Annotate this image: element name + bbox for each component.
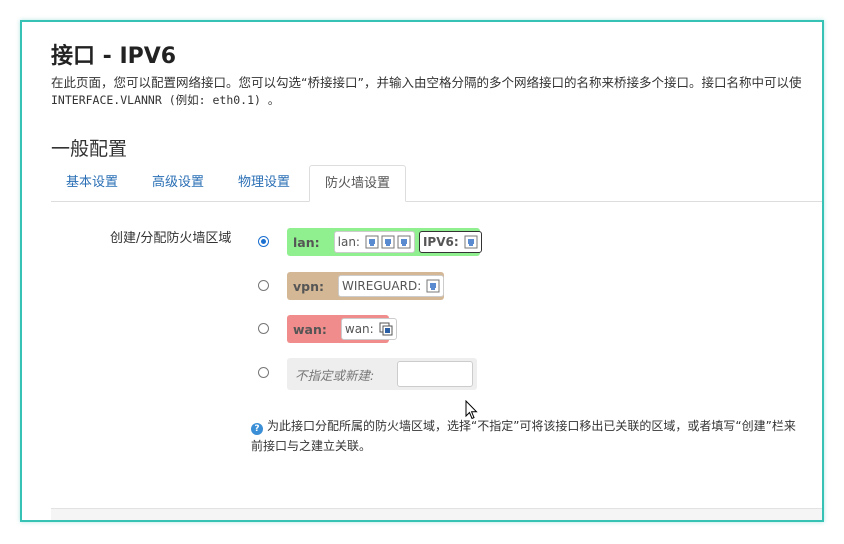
page-title: 接口 - IPV6 (51, 44, 177, 69)
zone-badge-wan[interactable]: wan: wan: (287, 315, 397, 343)
zone-radio-lan[interactable] (258, 236, 269, 247)
zone-radio-vpn[interactable] (258, 280, 269, 291)
network-box-lan: lan: (333, 231, 415, 253)
tab-advanced-settings[interactable]: 高级设置 (137, 165, 219, 200)
network-box-wan: wan: (340, 318, 397, 340)
zone-name: lan: (293, 234, 320, 250)
network-label: wan: (344, 322, 374, 336)
firewall-zone-label: 创建/分配防火墙区域 (110, 231, 232, 246)
zone-radio-unspecified[interactable] (258, 367, 269, 378)
zone-badge-vpn[interactable]: vpn: WIREGUARD: (287, 272, 445, 300)
mouse-cursor-icon (465, 400, 478, 420)
help-icon: ? (251, 423, 263, 435)
page-description: 在此页面，您可以配置网络接口。您可以勾选“桥接接口”，并输入由空格分隔的多个网络… (51, 75, 802, 90)
ethernet-port-icon (397, 235, 411, 249)
tab-physical-settings[interactable]: 物理设置 (223, 165, 305, 200)
page-description-example: INTERFACE.VLANNR (例如: eth0.1) 。 (51, 93, 280, 107)
network-box-ipv6: IPV6: (418, 231, 482, 253)
new-zone-label: 不指定或新建: (295, 367, 375, 383)
help-text-line: 前接口与之建立关联。 (251, 439, 372, 453)
network-label: WIREGUARD: (342, 279, 422, 293)
new-zone-box: 不指定或新建: (287, 358, 477, 390)
network-label: lan: (337, 235, 360, 249)
zone-name: wan: (293, 321, 327, 337)
main-window: 接口 - IPV6 在此页面，您可以配置网络接口。您可以勾选“桥接接口”，并输入… (20, 20, 824, 522)
tab-basic-settings[interactable]: 基本设置 (51, 165, 133, 200)
wan-port-icon (379, 322, 393, 336)
tab-bar: 基本设置 高级设置 物理设置 防火墙设置 (51, 165, 822, 202)
ethernet-port-icon (381, 235, 395, 249)
help-text-line: 为此接口分配所属的防火墙区域，选择“不指定”可将该接口移出已关联的区域，或者填写… (267, 419, 796, 433)
new-zone-input[interactable] (397, 361, 473, 387)
ethernet-port-icon (365, 235, 379, 249)
footer-bar (51, 508, 822, 520)
zone-radio-wan[interactable] (258, 323, 269, 334)
zone-badge-lan[interactable]: lan: lan: IPV6: (287, 228, 482, 256)
section-title: 一般配置 (51, 138, 128, 160)
network-box-wireguard: WIREGUARD: (338, 275, 445, 297)
page-content: 接口 - IPV6 在此页面，您可以配置网络接口。您可以勾选“桥接接口”，并输入… (22, 22, 822, 520)
ethernet-port-icon (426, 279, 440, 293)
tab-firewall-settings[interactable]: 防火墙设置 (309, 165, 407, 202)
zone-name: vpn: (293, 278, 324, 294)
help-text: ? 为此接口分配所属的防火墙区域，选择“不指定”可将该接口移出已关联的区域，或者填… (251, 416, 822, 456)
network-label: IPV6: (422, 235, 459, 249)
ethernet-port-icon (464, 235, 478, 249)
